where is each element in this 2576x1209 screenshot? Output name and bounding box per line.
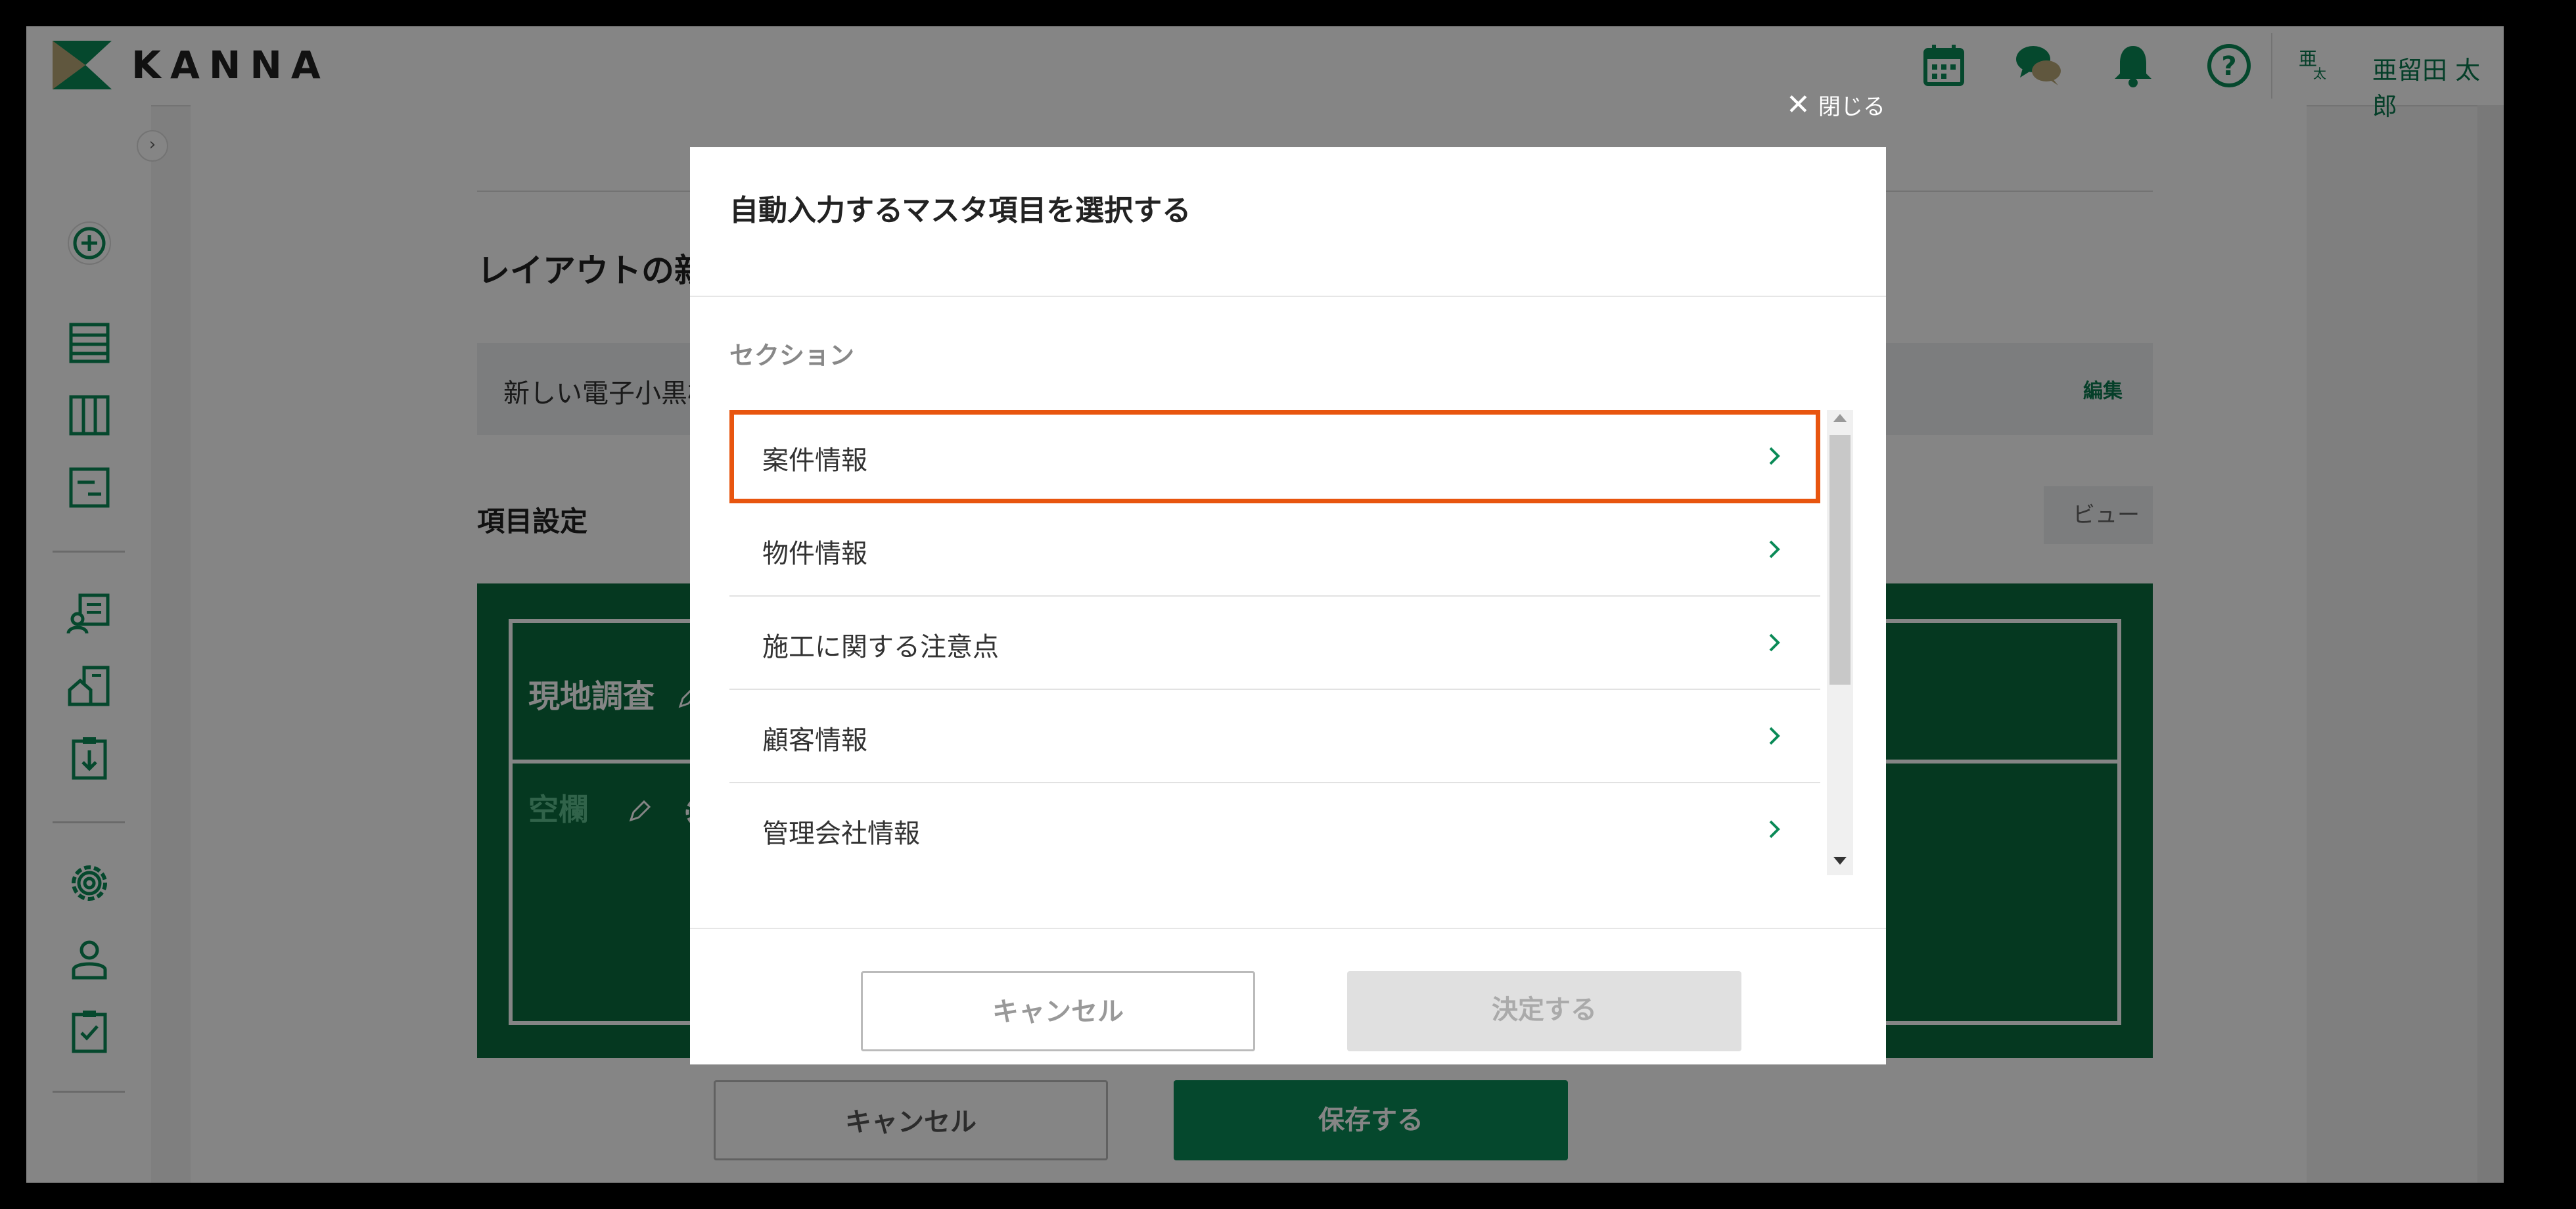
list-item-label: 施工に関する注意点 xyxy=(762,632,999,662)
app-window: KANNA ? 亜 太 亜留田 太郎 › レイアウトの新規作成 新しい電子小黒板… xyxy=(26,26,2504,1183)
modal-confirm-button[interactable]: 決定する xyxy=(1347,971,1741,1051)
chevron-right-icon xyxy=(1769,820,1780,838)
scrollbar-thumb[interactable] xyxy=(1829,435,1851,685)
modal-section-label: セクション xyxy=(729,341,855,370)
list-item[interactable]: 顧客情報 xyxy=(729,690,1820,783)
modal-divider xyxy=(690,928,1886,929)
chevron-right-icon xyxy=(1769,447,1780,465)
chevron-right-icon xyxy=(1769,633,1780,652)
modal-title: 自動入力するマスタ項目を選択する xyxy=(729,194,1191,227)
close-label: 閉じる xyxy=(1818,94,1885,120)
modal-close-button[interactable]: ✕ 閉じる xyxy=(1786,88,1885,122)
section-list: 案件情報 物件情報 施工に関する注意点 顧客情報 管理会社情報 xyxy=(729,410,1820,870)
chevron-right-icon xyxy=(1769,727,1780,745)
list-item[interactable]: 施工に関する注意点 xyxy=(729,597,1820,690)
close-icon: ✕ xyxy=(1786,88,1810,122)
list-item-label: 物件情報 xyxy=(762,539,867,569)
list-item-label: 管理会社情報 xyxy=(762,819,920,849)
list-item-label: 顧客情報 xyxy=(762,725,867,756)
list-item[interactable]: 案件情報 xyxy=(729,410,1820,503)
scroll-down-arrow-icon[interactable] xyxy=(1833,857,1847,865)
list-item[interactable]: 管理会社情報 xyxy=(729,783,1820,870)
list-item-label: 案件情報 xyxy=(762,445,867,476)
master-item-select-modal: 自動入力するマスタ項目を選択する セクション 案件情報 物件情報 施工に関する注… xyxy=(690,147,1886,1064)
list-item[interactable]: 物件情報 xyxy=(729,503,1820,597)
list-scrollbar[interactable] xyxy=(1827,410,1853,875)
modal-divider xyxy=(690,296,1886,297)
modal-cancel-button[interactable]: キャンセル xyxy=(861,971,1255,1051)
scroll-up-arrow-icon[interactable] xyxy=(1833,414,1847,422)
chevron-right-icon xyxy=(1769,540,1780,559)
